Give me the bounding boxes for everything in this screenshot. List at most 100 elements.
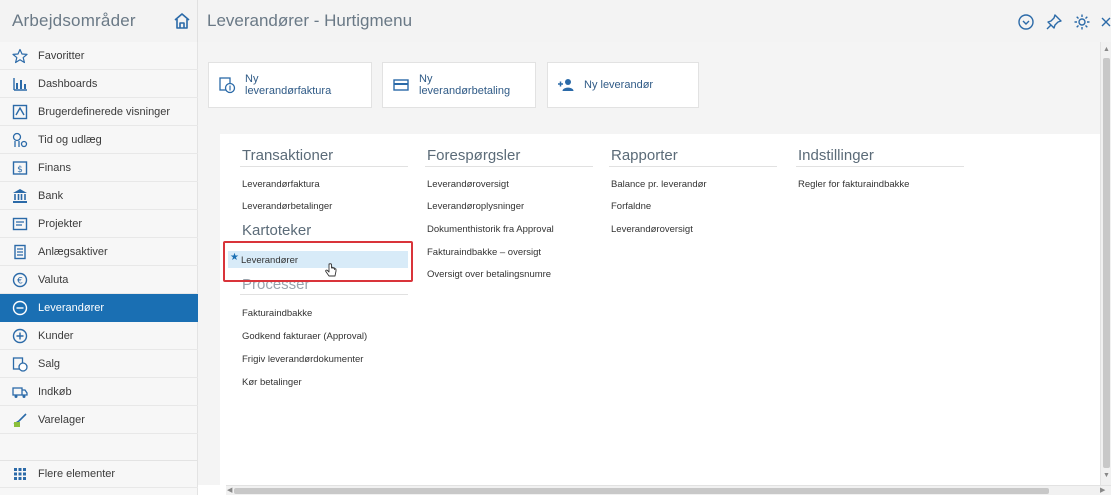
vertical-scrollbar[interactable]: ▲ ▼ bbox=[1100, 42, 1111, 485]
button-label-line2: leverandørbetaling bbox=[419, 85, 511, 97]
star-icon bbox=[12, 48, 28, 64]
settings-gear-icon[interactable] bbox=[1073, 13, 1091, 31]
workspaces-header: Arbejdsområder bbox=[0, 0, 198, 42]
app-window: Arbejdsområder Leverandører - Hurtigmenu bbox=[0, 0, 1111, 495]
minus-circle-icon bbox=[12, 300, 28, 316]
sidebar-item-bank[interactable]: Bank bbox=[0, 182, 198, 210]
payment-card-icon bbox=[392, 76, 410, 94]
link-leverandoerfaktura[interactable]: Leverandørfaktura bbox=[242, 179, 320, 190]
section-title-indstillinger: Indstillinger bbox=[798, 147, 874, 164]
sidebar-item-label: Leverandører bbox=[38, 301, 105, 314]
custom-view-icon bbox=[12, 104, 28, 120]
sidebar: Favoritter Dashboards Brugerdefinerede v… bbox=[0, 42, 198, 495]
link-fakturaindbakke-oversigt[interactable]: Fakturaindbakke – oversigt bbox=[427, 247, 541, 258]
pin-icon[interactable] bbox=[1045, 13, 1063, 31]
link-forfaldne[interactable]: Forfaldne bbox=[611, 201, 651, 212]
bar-chart-icon bbox=[12, 76, 28, 92]
section-title-kartoteker: Kartoteker bbox=[242, 222, 312, 239]
workspaces-title: Arbejdsområder bbox=[12, 11, 136, 30]
add-user-icon bbox=[557, 76, 575, 94]
sidebar-item-label: Bank bbox=[38, 189, 64, 202]
link-oversigt-betalingsnumre[interactable]: Oversigt over betalingsnumre bbox=[427, 269, 551, 280]
sidebar-item-label: Anlægsaktiver bbox=[38, 245, 108, 258]
scroll-right-arrow-icon[interactable]: ▶ bbox=[1100, 486, 1105, 495]
projects-icon bbox=[12, 216, 28, 232]
scroll-left-arrow-icon[interactable]: ◀ bbox=[227, 486, 232, 495]
page-title: Leverandører - Hurtigmenu bbox=[207, 11, 413, 30]
sidebar-item-label: Indkøb bbox=[38, 385, 72, 398]
sidebar-item-favoritter[interactable]: Favoritter bbox=[0, 42, 198, 70]
sidebar-item-label: Flere elementer bbox=[38, 468, 116, 480]
new-supplier-payment-button[interactable]: Ny leverandørbetaling bbox=[382, 62, 536, 108]
chevron-down-circle-icon[interactable] bbox=[1017, 13, 1035, 31]
sidebar-item-label: Finans bbox=[38, 161, 72, 174]
sidebar-item-dashboards[interactable]: Dashboards bbox=[0, 70, 198, 98]
sidebar-item-label: Salg bbox=[38, 357, 61, 370]
sidebar-item-brugerdefinerede-visninger[interactable]: Brugerdefinerede visninger bbox=[0, 98, 198, 126]
sidebar-item-label: Varelager bbox=[38, 413, 85, 426]
sidebar-item-valuta[interactable]: € Valuta bbox=[0, 266, 198, 294]
button-label-line2: leverandørfaktura bbox=[245, 85, 332, 97]
link-leverandoerbetalinger[interactable]: Leverandørbetalinger bbox=[242, 201, 332, 212]
section-divider bbox=[425, 166, 593, 167]
sidebar-item-leverandoerer[interactable]: Leverandører bbox=[0, 294, 198, 322]
home-icon[interactable] bbox=[172, 11, 192, 31]
link-frigiv-leverandoerdokumenter[interactable]: Frigiv leverandørdokumenter bbox=[242, 354, 363, 365]
sidebar-item-salg[interactable]: Salg bbox=[0, 350, 198, 378]
new-supplier-invoice-button[interactable]: Ny leverandørfaktura bbox=[208, 62, 372, 108]
sidebar-item-label: Projekter bbox=[38, 217, 83, 230]
scroll-up-arrow-icon[interactable]: ▲ bbox=[1103, 46, 1110, 54]
scrollbar-thumb[interactable] bbox=[1103, 58, 1110, 468]
invoice-icon bbox=[218, 76, 236, 94]
grid-dots-icon bbox=[12, 466, 28, 482]
section-title-transaktioner: Transaktioner bbox=[242, 147, 334, 164]
button-label: Ny leverandørbetaling bbox=[419, 73, 510, 97]
svg-text:€: € bbox=[17, 276, 23, 286]
section-divider bbox=[240, 166, 408, 167]
sidebar-item-label: Kunder bbox=[38, 329, 74, 342]
time-expense-icon bbox=[12, 132, 28, 148]
sidebar-item-label: Favoritter bbox=[38, 49, 85, 62]
finance-icon: $ bbox=[12, 160, 28, 176]
sidebar-item-label: Dashboards bbox=[38, 77, 98, 90]
sidebar-item-varelager[interactable]: Varelager bbox=[0, 406, 198, 434]
link-leverandoeroplysninger[interactable]: Leverandøroplysninger bbox=[427, 201, 524, 212]
purchase-icon bbox=[12, 384, 28, 400]
link-leverandoeroversigt-rapport[interactable]: Leverandøroversigt bbox=[611, 224, 693, 235]
button-label-line1: Ny bbox=[419, 73, 433, 85]
section-divider bbox=[609, 166, 777, 167]
section-divider bbox=[240, 294, 408, 295]
sidebar-item-anlaegsaktiver[interactable]: Anlægsaktiver bbox=[0, 238, 198, 266]
link-koer-betalinger[interactable]: Kør betalinger bbox=[242, 377, 302, 388]
close-icon[interactable] bbox=[1101, 13, 1111, 31]
button-label: Ny leverandør bbox=[584, 79, 654, 91]
scroll-down-arrow-icon[interactable]: ▼ bbox=[1103, 472, 1110, 480]
button-label: Ny leverandørfaktura bbox=[245, 73, 331, 97]
scrollbar-thumb[interactable] bbox=[234, 488, 1049, 494]
plus-circle-icon bbox=[12, 328, 28, 344]
svg-text:$: $ bbox=[17, 165, 23, 175]
button-label-line1: Ny bbox=[245, 73, 259, 85]
link-godkend-fakturaer[interactable]: Godkend fakturaer (Approval) bbox=[242, 331, 367, 342]
page-header: Leverandører - Hurtigmenu bbox=[198, 0, 1111, 42]
section-title-forespoergsler: Forespørgsler bbox=[427, 147, 521, 164]
link-balance-pr-leverandoer[interactable]: Balance pr. leverandør bbox=[611, 179, 707, 190]
sidebar-item-kunder[interactable]: Kunder bbox=[0, 322, 198, 350]
callout-highlight-box bbox=[223, 241, 413, 282]
link-leverandoeroversigt[interactable]: Leverandøroversigt bbox=[427, 179, 509, 190]
sidebar-item-label: Tid og udlæg bbox=[38, 133, 102, 146]
link-dokumenthistorik[interactable]: Dokumenthistorik fra Approval bbox=[427, 224, 554, 235]
link-regler-for-fakturaindbakke[interactable]: Regler for fakturaindbakke bbox=[798, 179, 909, 190]
sidebar-item-finans[interactable]: $ Finans bbox=[0, 154, 198, 182]
sidebar-item-projekter[interactable]: Projekter bbox=[0, 210, 198, 238]
inventory-icon bbox=[12, 412, 28, 428]
assets-icon bbox=[12, 244, 28, 260]
sales-icon bbox=[12, 356, 28, 372]
link-fakturaindbakke[interactable]: Fakturaindbakke bbox=[242, 308, 312, 319]
sidebar-item-flere-elementer[interactable]: Flere elementer bbox=[0, 460, 198, 488]
section-divider bbox=[796, 166, 964, 167]
sidebar-item-tid-og-udlaeg[interactable]: Tid og udlæg bbox=[0, 126, 198, 154]
horizontal-scrollbar[interactable]: ◀ ▶ bbox=[226, 485, 1111, 495]
sidebar-item-indkoeb[interactable]: Indkøb bbox=[0, 378, 198, 406]
new-supplier-button[interactable]: Ny leverandør bbox=[547, 62, 699, 108]
